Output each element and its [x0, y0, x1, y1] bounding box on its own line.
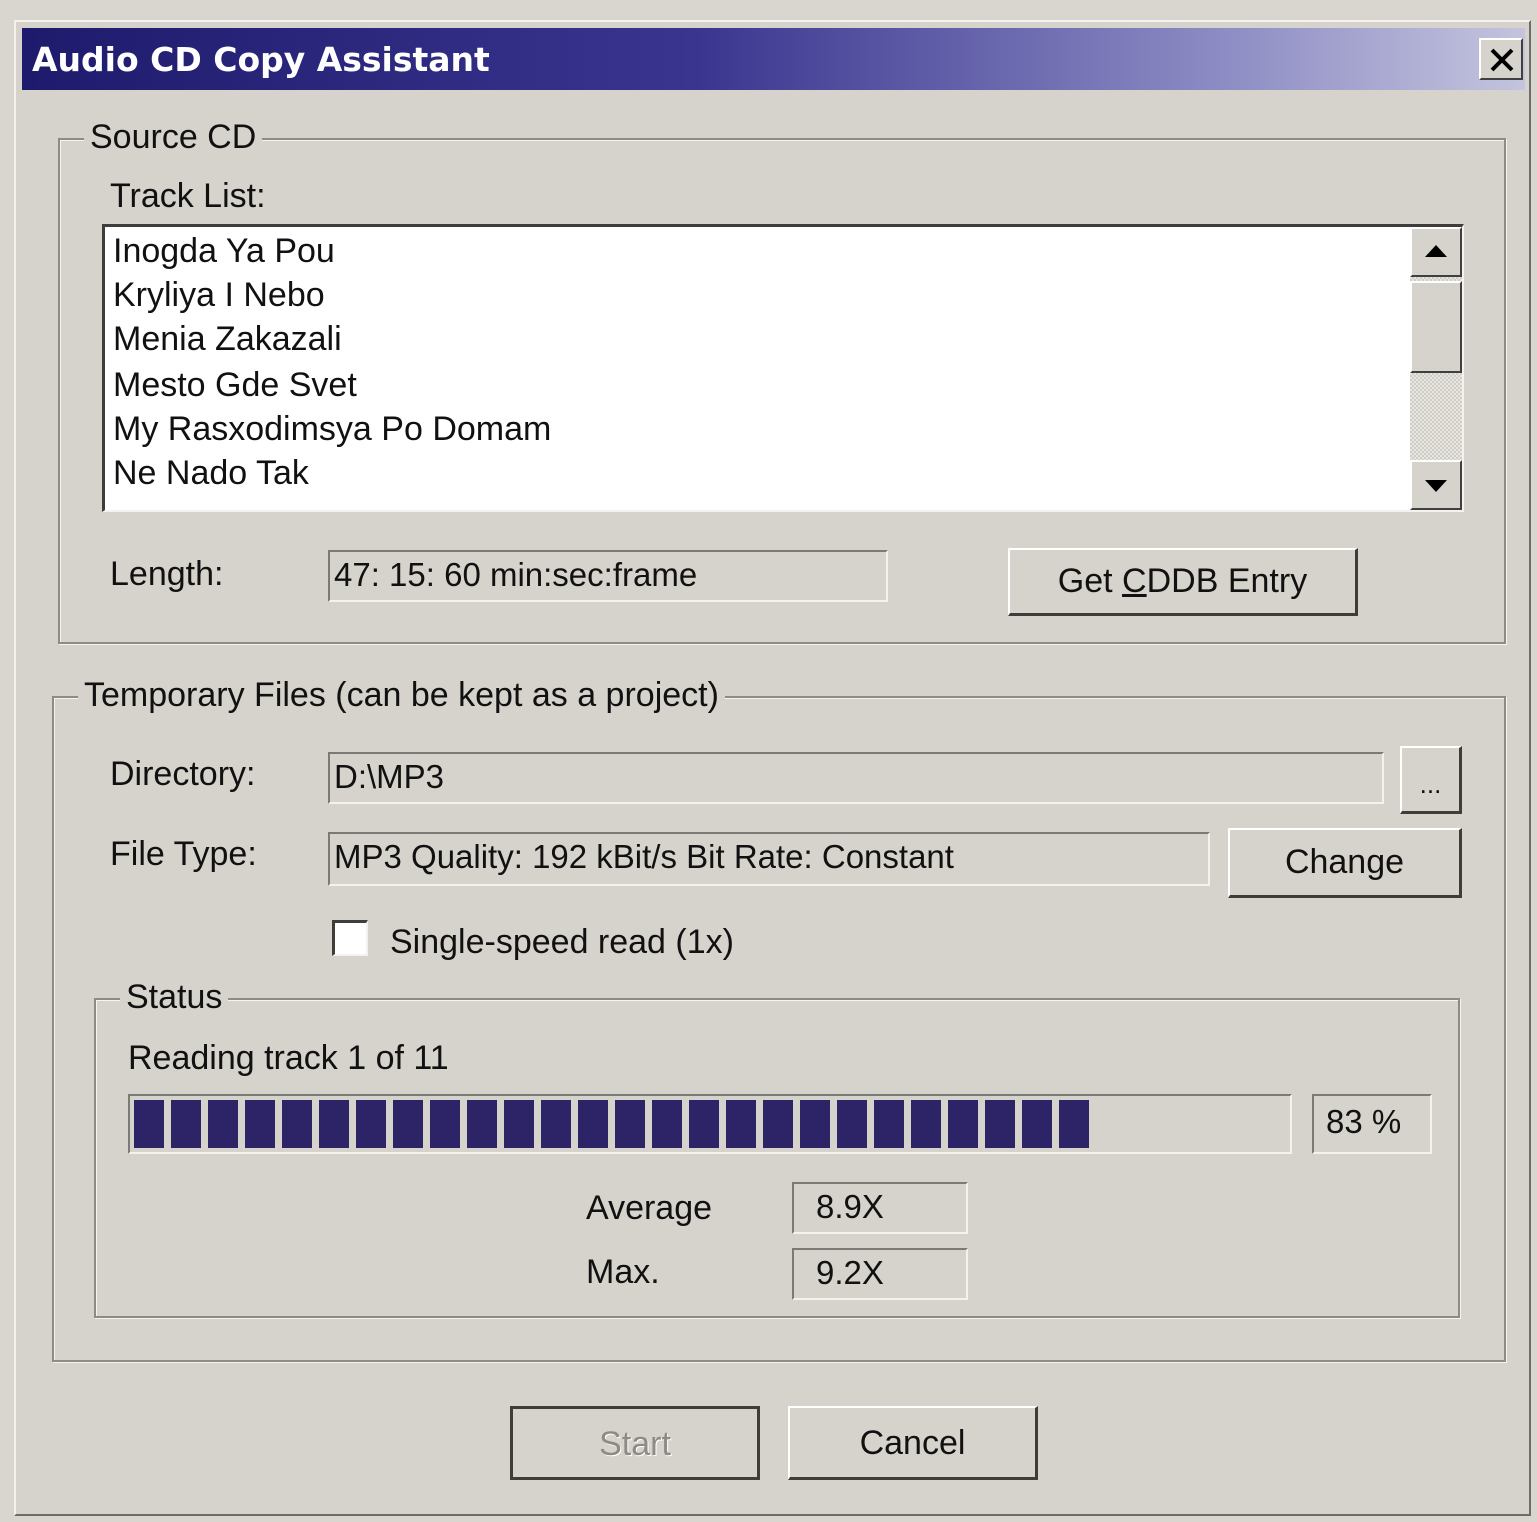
list-item[interactable]: Menia Zakazali: [113, 317, 342, 361]
directory-field[interactable]: D:\MP3: [328, 752, 1384, 804]
get-cddb-entry-button[interactable]: Get CDDB Entry: [1008, 548, 1358, 616]
title-bar[interactable]: Audio CD Copy Assistant: [22, 28, 1525, 90]
list-item[interactable]: Ne Nado Tak: [113, 451, 309, 495]
window-title: Audio CD Copy Assistant: [32, 40, 490, 79]
arrow-up-icon: [1425, 245, 1447, 257]
file-type-field: MP3 Quality: 192 kBit/s Bit Rate: Consta…: [328, 832, 1210, 886]
scroll-up-button[interactable]: [1410, 227, 1462, 277]
source-cd-legend: Source CD: [84, 116, 263, 158]
cddb-button-label-suffix: DDB Entry: [1146, 562, 1308, 600]
file-type-label: File Type:: [110, 835, 257, 873]
status-message: Reading track 1 of 11: [128, 1039, 449, 1077]
close-icon: [1490, 48, 1514, 72]
average-label: Average: [586, 1189, 713, 1227]
list-item[interactable]: Inogda Ya Pou: [113, 229, 335, 273]
arrow-down-icon: [1425, 480, 1447, 492]
track-list-label: Track List:: [110, 177, 266, 215]
list-item[interactable]: My Rasxodimsya Po Domam: [113, 407, 551, 451]
cddb-button-label-prefix: Get: [1057, 562, 1123, 600]
progress-bar: [128, 1094, 1292, 1154]
max-speed-field: 9.2X: [792, 1248, 968, 1300]
max-label: Max.: [586, 1253, 660, 1291]
scroll-thumb[interactable]: [1410, 281, 1462, 373]
start-button[interactable]: Start: [510, 1406, 760, 1480]
status-legend: Status: [120, 976, 229, 1018]
average-speed-field: 8.9X: [792, 1182, 968, 1234]
list-item[interactable]: Kryliya I Nebo: [113, 273, 325, 317]
track-list[interactable]: Inogda Ya Pou Kryliya I Nebo Menia Zakaz…: [102, 224, 1464, 512]
cddb-button-label-accel: C: [1122, 562, 1147, 600]
progress-percent-field: 83 %: [1312, 1094, 1432, 1154]
length-field: 47: 15: 60 min:sec:frame: [328, 550, 888, 602]
progress-fill: [134, 1100, 1090, 1148]
single-speed-label[interactable]: Single-speed read (1x): [390, 922, 734, 962]
scroll-down-button[interactable]: [1410, 460, 1462, 510]
temporary-files-legend: Temporary Files (can be kept as a projec…: [78, 674, 725, 716]
change-file-type-button[interactable]: Change: [1228, 828, 1462, 898]
list-item[interactable]: Mesto Gde Svet: [113, 363, 357, 407]
track-list-scrollbar[interactable]: [1410, 227, 1462, 510]
close-button[interactable]: [1479, 38, 1523, 80]
dialog-window: Audio CD Copy Assistant Source CD Track …: [14, 20, 1531, 1516]
directory-label: Directory:: [110, 755, 256, 793]
cancel-button[interactable]: Cancel: [788, 1406, 1038, 1480]
single-speed-checkbox[interactable]: [332, 920, 368, 956]
browse-directory-button[interactable]: ...: [1400, 746, 1462, 814]
length-label: Length:: [110, 555, 224, 593]
